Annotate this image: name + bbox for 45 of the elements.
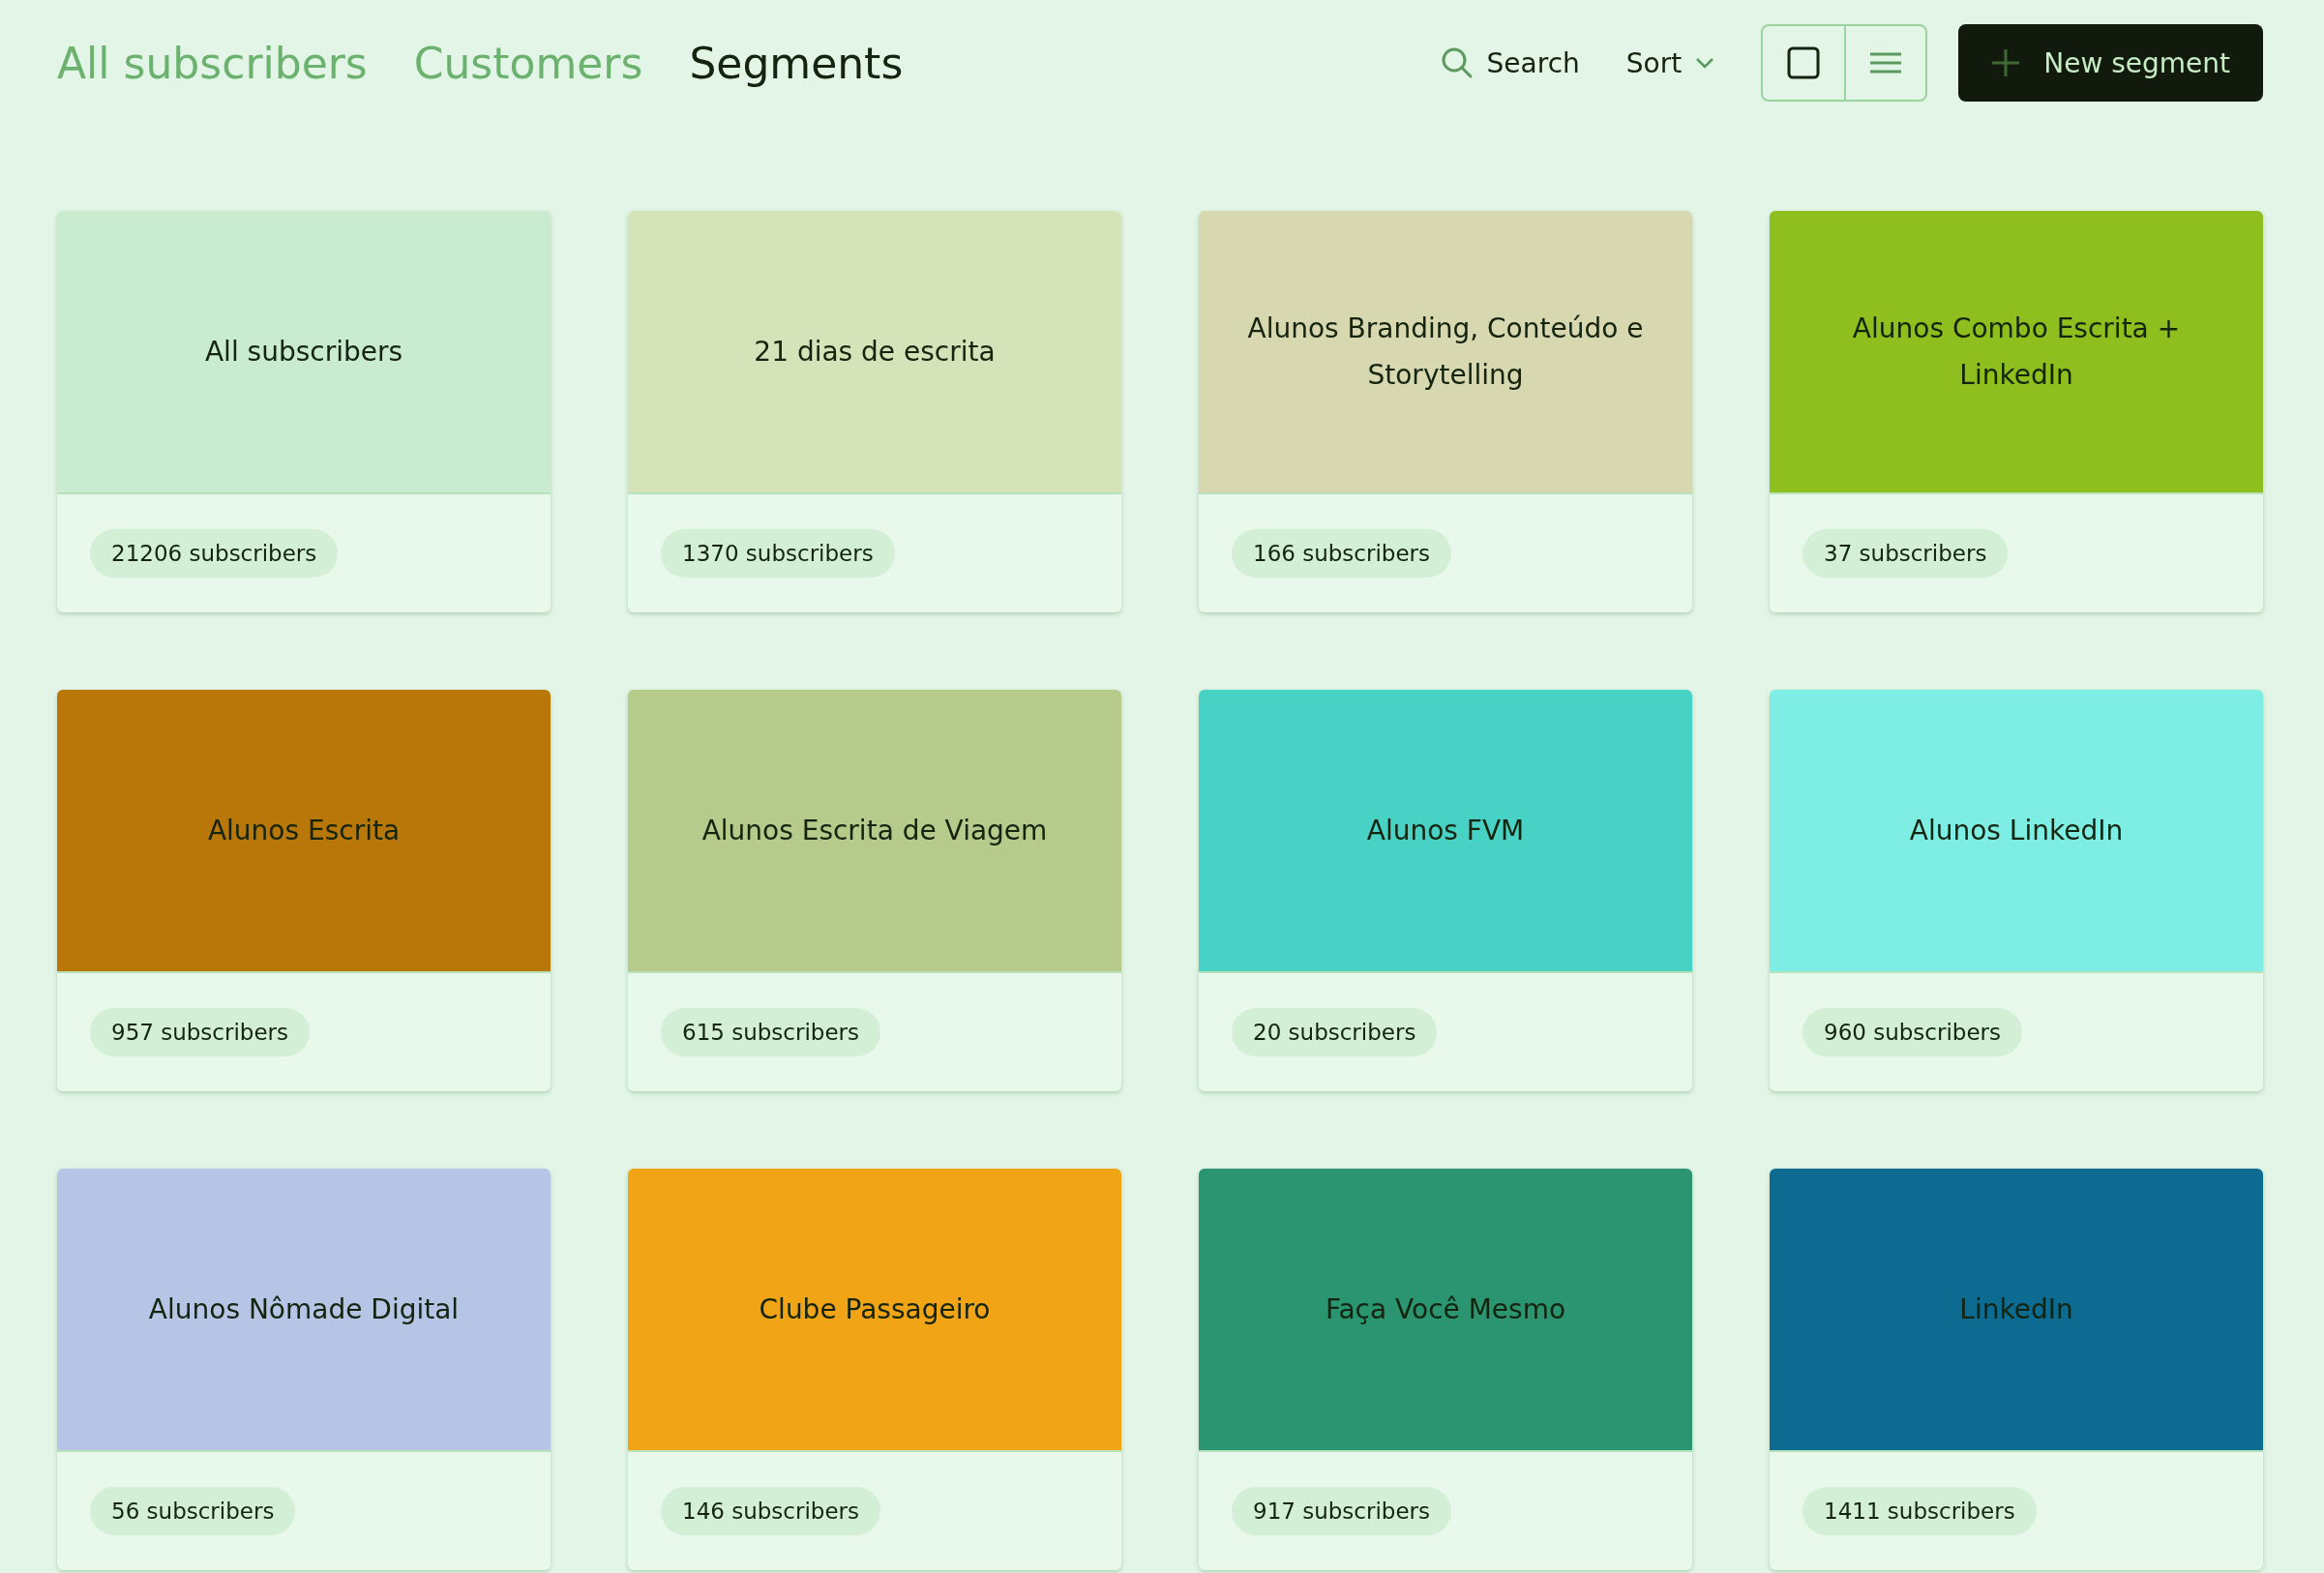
segment-name: Alunos Escrita xyxy=(207,813,401,848)
segment-card[interactable]: Alunos Escrita de Viagem 615 subscribers xyxy=(628,690,1121,1091)
segment-card[interactable]: Alunos FVM 20 subscribers xyxy=(1199,690,1692,1091)
segment-card[interactable]: LinkedIn 1411 subscribers xyxy=(1770,1169,2263,1570)
search-button[interactable]: Search xyxy=(1440,46,1580,79)
segment-card[interactable]: Alunos Nômade Digital 56 subscribers xyxy=(57,1169,551,1570)
segment-name: LinkedIn xyxy=(1959,1291,2073,1327)
segment-card[interactable]: Clube Passageiro 146 subscribers xyxy=(628,1169,1121,1570)
subscriber-count: 56 subscribers xyxy=(90,1487,296,1535)
menu-icon xyxy=(1869,51,1903,74)
subscriber-count: 1411 subscribers xyxy=(1803,1487,2037,1535)
nav-tab[interactable]: Segments xyxy=(689,38,904,88)
sort-button[interactable]: Sort xyxy=(1625,46,1715,79)
segment-name: Alunos Branding, Conteúdo e Storytelling xyxy=(1246,311,1645,393)
search-icon xyxy=(1440,46,1474,79)
subscriber-count: 20 subscribers xyxy=(1232,1008,1438,1056)
subscriber-count: 615 subscribers xyxy=(661,1008,881,1056)
segment-name: Alunos Escrita de Viagem xyxy=(701,813,1048,848)
segment-name: 21 dias de escrita xyxy=(754,334,996,370)
segment-card[interactable]: Alunos Combo Escrita + LinkedIn 37 subscribers xyxy=(1770,211,2263,612)
subscriber-count: 957 subscribers xyxy=(90,1008,311,1056)
segment-card[interactable]: Alunos Escrita 957 subscribers xyxy=(57,690,551,1091)
new-segment-button[interactable]: New segment xyxy=(1958,24,2263,102)
segment-name: Faça Você Mesmo xyxy=(1325,1291,1566,1327)
segment-name: Clube Passageiro xyxy=(759,1291,991,1327)
square-icon xyxy=(1787,46,1821,79)
segment-card[interactable]: 21 dias de escrita 1370 subscribers xyxy=(628,211,1121,612)
segment-name: Alunos Nômade Digital xyxy=(148,1291,460,1327)
subscriber-count: 146 subscribers xyxy=(661,1487,881,1535)
segment-name: Alunos LinkedIn xyxy=(1909,813,2124,848)
segment-card[interactable]: Alunos LinkedIn 960 subscribers xyxy=(1770,690,2263,1091)
subscriber-count: 166 subscribers xyxy=(1232,529,1452,578)
subscriber-count: 1370 subscribers xyxy=(661,529,895,578)
segment-name: Alunos FVM xyxy=(1366,813,1525,848)
plus-icon xyxy=(1991,48,2021,77)
subscriber-count: 37 subscribers xyxy=(1803,529,2009,578)
segment-card[interactable]: All subscribers 21206 subscribers xyxy=(57,211,551,612)
subscriber-count: 917 subscribers xyxy=(1232,1487,1452,1535)
segment-name: Alunos Combo Escrita + LinkedIn xyxy=(1851,311,2182,393)
segment-name: All subscribers xyxy=(204,334,403,370)
segment-card[interactable]: Faça Você Mesmo 917 subscribers xyxy=(1199,1169,1692,1570)
subscriber-count: 960 subscribers xyxy=(1803,1008,2023,1056)
subscriber-count: 21206 subscribers xyxy=(90,529,339,578)
chevron-down-icon xyxy=(1695,57,1715,69)
segment-card[interactable]: Alunos Branding, Conteúdo e Storytelling 166 subscribers xyxy=(1199,211,1692,612)
